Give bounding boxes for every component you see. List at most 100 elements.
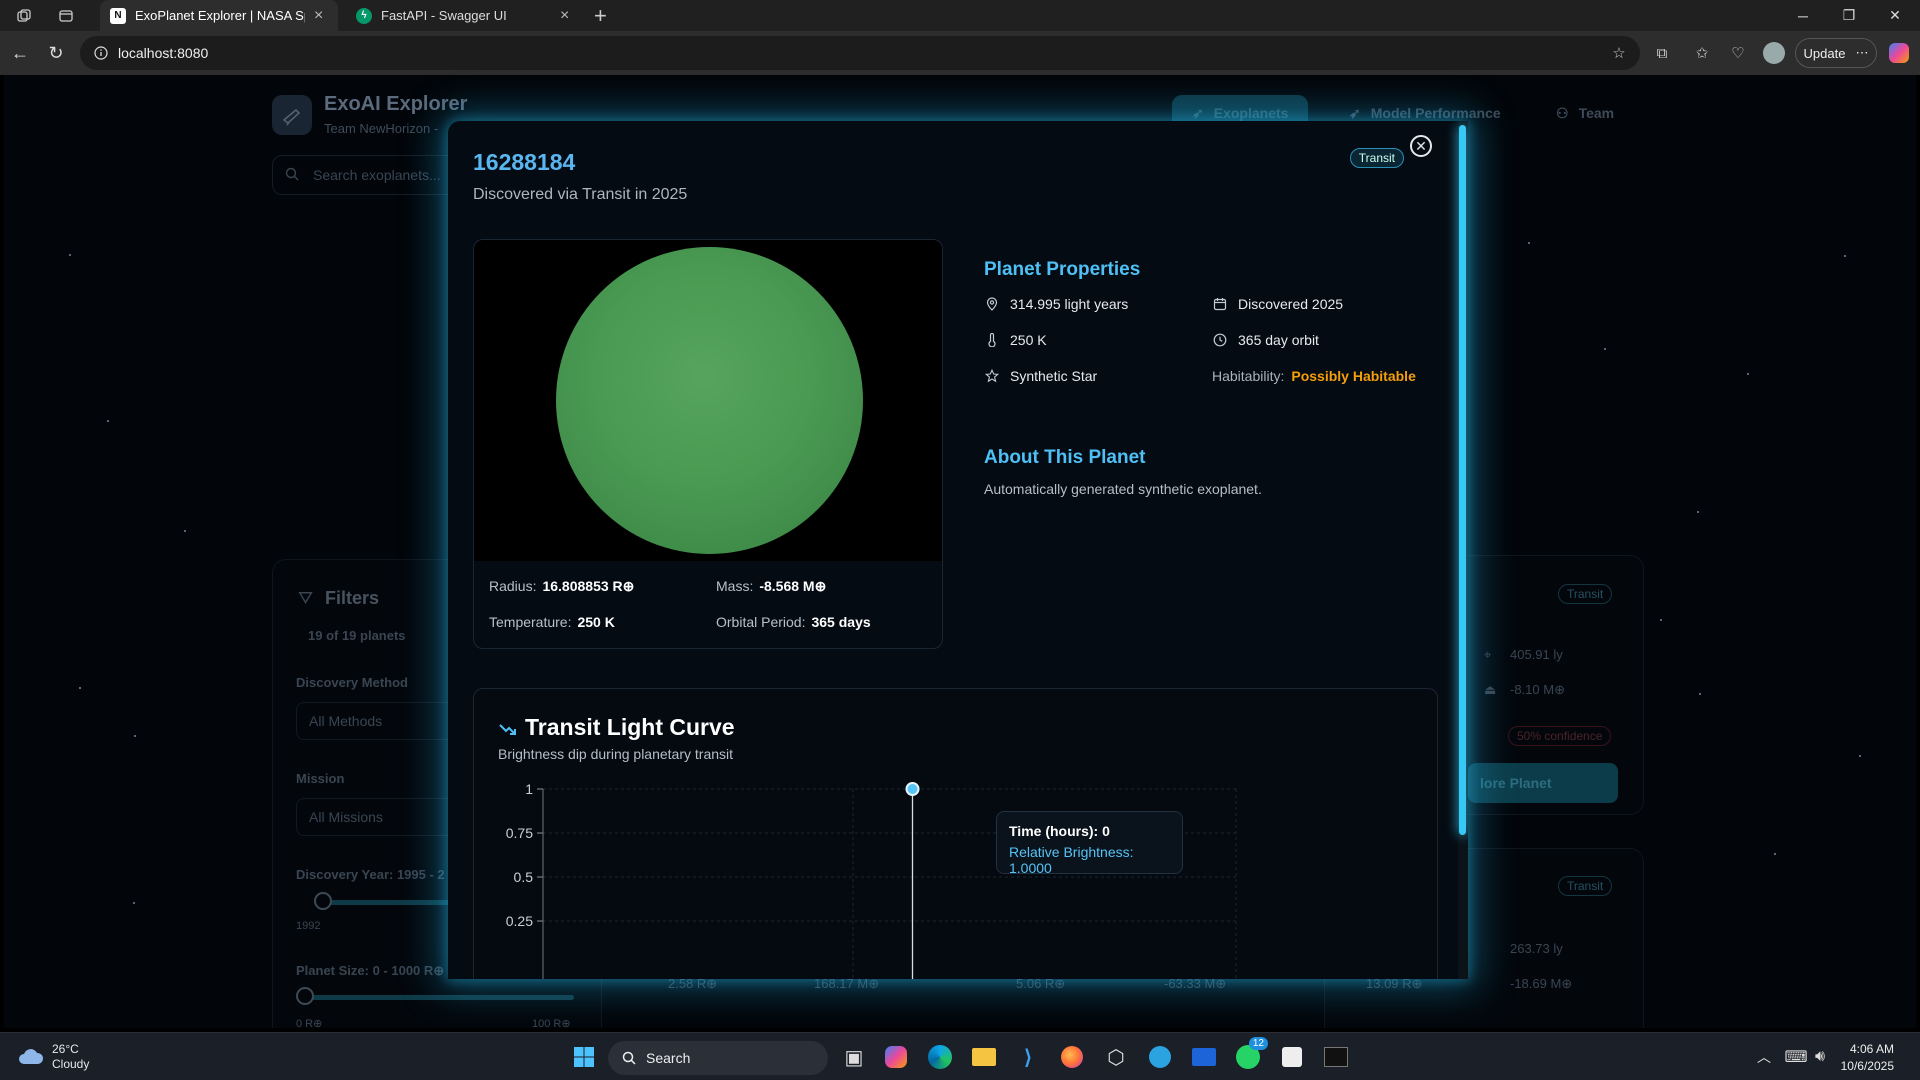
edge-icon[interactable]: [924, 1041, 956, 1073]
telegram-icon[interactable]: [1144, 1041, 1176, 1073]
update-button[interactable]: Update ⋯: [1795, 38, 1877, 68]
clock-date: 10/6/2025: [1840, 1059, 1894, 1073]
tooltip-brightness: Relative Brightness: 1.0000: [1009, 844, 1134, 876]
chevron-up-icon[interactable]: ︿: [1748, 1041, 1780, 1073]
mail-icon[interactable]: [1188, 1041, 1220, 1073]
url-field[interactable]: localhost:8080: [80, 36, 1640, 70]
workspaces-icon[interactable]: [14, 6, 34, 26]
browser-tab-exoplanet[interactable]: N ExoPlanet Explorer | NASA Space ×: [100, 0, 338, 31]
mission-select[interactable]: All Missions: [296, 798, 456, 836]
star-dot: [134, 735, 136, 737]
copilot-icon[interactable]: [1885, 39, 1913, 67]
habitability-label: Habitability:: [1212, 368, 1285, 384]
modal-scrollbar-thumb[interactable]: [1459, 125, 1466, 835]
whatsapp-icon[interactable]: 12: [1232, 1037, 1268, 1073]
clock-time: 4:06 AM: [1849, 1042, 1894, 1056]
y-tick-label: 0.25: [506, 913, 533, 929]
browser-tab-swagger[interactable]: ϟ FastAPI - Swagger UI ×: [346, 0, 584, 31]
search-icon: [285, 167, 299, 181]
restore-icon[interactable]: ❐: [1826, 0, 1872, 31]
search-label: Search: [646, 1050, 691, 1066]
discovery-method-label: Discovery Method: [296, 675, 408, 690]
search-input[interactable]: Search exoplanets...: [272, 155, 472, 195]
virtualbox-icon[interactable]: ⬡: [1100, 1041, 1132, 1073]
star-dot: [1844, 255, 1846, 257]
weather-desc: Cloudy: [52, 1057, 90, 1071]
host-star-property: Synthetic Star: [984, 368, 1097, 384]
weather-widget[interactable]: 26°C Cloudy: [18, 1042, 89, 1072]
star-icon: [984, 368, 1000, 384]
nav-team[interactable]: ⚇ Team: [1536, 95, 1634, 131]
light-curve-chart: 1 0.75 0.5 0.25: [506, 781, 1237, 979]
tab-actions-icon[interactable]: [56, 6, 76, 26]
vscode-icon[interactable]: ⟩: [1012, 1041, 1044, 1073]
close-tab-icon[interactable]: ×: [560, 7, 574, 25]
pin-icon: ⌖: [1484, 647, 1492, 662]
orbit-value: 365 day orbit: [1238, 332, 1319, 348]
file-explorer-icon[interactable]: [968, 1041, 1000, 1073]
discovered-value: Discovered 2025: [1238, 296, 1344, 312]
size-slider-handle[interactable]: [296, 987, 314, 1005]
browser-tab-bar: N ExoPlanet Explorer | NASA Space × ϟ Fa…: [0, 0, 1920, 31]
mission-label: Mission: [296, 771, 345, 786]
copilot-app-icon[interactable]: [880, 1041, 912, 1073]
system-clock[interactable]: 4:06 AM 10/6/2025: [1841, 1041, 1894, 1075]
about-heading: About This Planet: [984, 447, 1146, 468]
task-view-icon[interactable]: ▣: [838, 1041, 870, 1073]
info-icon[interactable]: [94, 46, 108, 60]
firefox-icon[interactable]: [1056, 1041, 1088, 1073]
volume-icon[interactable]: 🔊︎: [1804, 1041, 1836, 1073]
year-slider-handle[interactable]: [314, 892, 332, 910]
star-dot: [1774, 853, 1776, 855]
extensions-icon[interactable]: ⧉: [1648, 39, 1676, 67]
trending-down-icon: [498, 719, 520, 741]
size-max-label: 100 R⊕: [532, 1018, 571, 1028]
close-modal-button[interactable]: ✕: [1410, 135, 1432, 157]
star-dot: [69, 254, 71, 256]
favorites-icon[interactable]: ✩: [1688, 39, 1716, 67]
planet-detail-modal: 16288184 Discovered via Transit in 2025 …: [448, 121, 1468, 979]
discovery-method-select[interactable]: All Methods: [296, 702, 456, 740]
profile-avatar[interactable]: [1760, 39, 1788, 67]
habitability-value: Possibly Habitable: [1291, 368, 1416, 384]
address-bar-row: ← ↻ localhost:8080 ☆ ⧉ ✩ ♡ Update ⋯: [0, 31, 1920, 75]
weather-temp: 26°C: [52, 1042, 79, 1056]
terminal-icon[interactable]: [1320, 1041, 1352, 1073]
nav-label: Model Performance: [1370, 105, 1501, 121]
tab-title: FastAPI - Swagger UI: [381, 8, 507, 23]
refresh-icon[interactable]: ↻: [38, 35, 74, 71]
radius-value: 16.808853 R⊕: [542, 578, 635, 594]
fastapi-favicon-icon: ϟ: [356, 7, 372, 24]
start-icon[interactable]: [568, 1041, 600, 1073]
star-dot: [1859, 755, 1861, 757]
back-icon[interactable]: ←: [2, 35, 38, 71]
app-logo-icon: [272, 95, 312, 135]
app-icon[interactable]: [1276, 1041, 1308, 1073]
close-icon[interactable]: ✕: [1415, 138, 1427, 155]
minimize-icon[interactable]: ─: [1780, 0, 1826, 31]
filters-title: Filters: [325, 588, 380, 608]
windows-taskbar: 26°C Cloudy Search ▣ ⟩ ⬡ 12 ︿ ⌨ 🔊︎ 4:06 …: [0, 1032, 1920, 1080]
taskbar-search[interactable]: Search: [608, 1041, 828, 1075]
close-window-icon[interactable]: ✕: [1872, 0, 1918, 31]
favorite-star-icon[interactable]: ☆: [1605, 39, 1633, 67]
calendar-icon: [1212, 296, 1228, 312]
star-dot: [1528, 242, 1530, 244]
exoplanet-favicon-icon: N: [110, 7, 126, 24]
card-distance: 263.73 ly: [1510, 941, 1563, 956]
orbital-period-stat: Orbital Period: 365 days: [716, 614, 871, 630]
discovery-year-label: Discovery Year: 1995 - 2: [296, 867, 445, 882]
notification-badge: 12: [1248, 1037, 1268, 1050]
health-icon[interactable]: ♡: [1724, 39, 1752, 67]
temperature-label: Temperature:: [489, 614, 572, 630]
planet-size-label: Planet Size: 0 - 1000 R⊕: [296, 963, 445, 978]
explore-planet-button[interactable]: lore Planet: [1468, 763, 1618, 803]
modal-scrollbar[interactable]: [1458, 121, 1468, 979]
planet-render-area: [474, 240, 942, 561]
new-tab-icon[interactable]: +: [594, 3, 616, 29]
more-icon[interactable]: ⋯: [1855, 45, 1868, 61]
mass-stat: Mass: -8.568 M⊕: [716, 578, 826, 595]
planet-visual-card: Radius: 16.808853 R⊕ Mass: -8.568 M⊕ Tempe…: [473, 239, 943, 649]
close-tab-icon[interactable]: ×: [314, 7, 328, 25]
year-min-label: 1992: [296, 920, 321, 932]
